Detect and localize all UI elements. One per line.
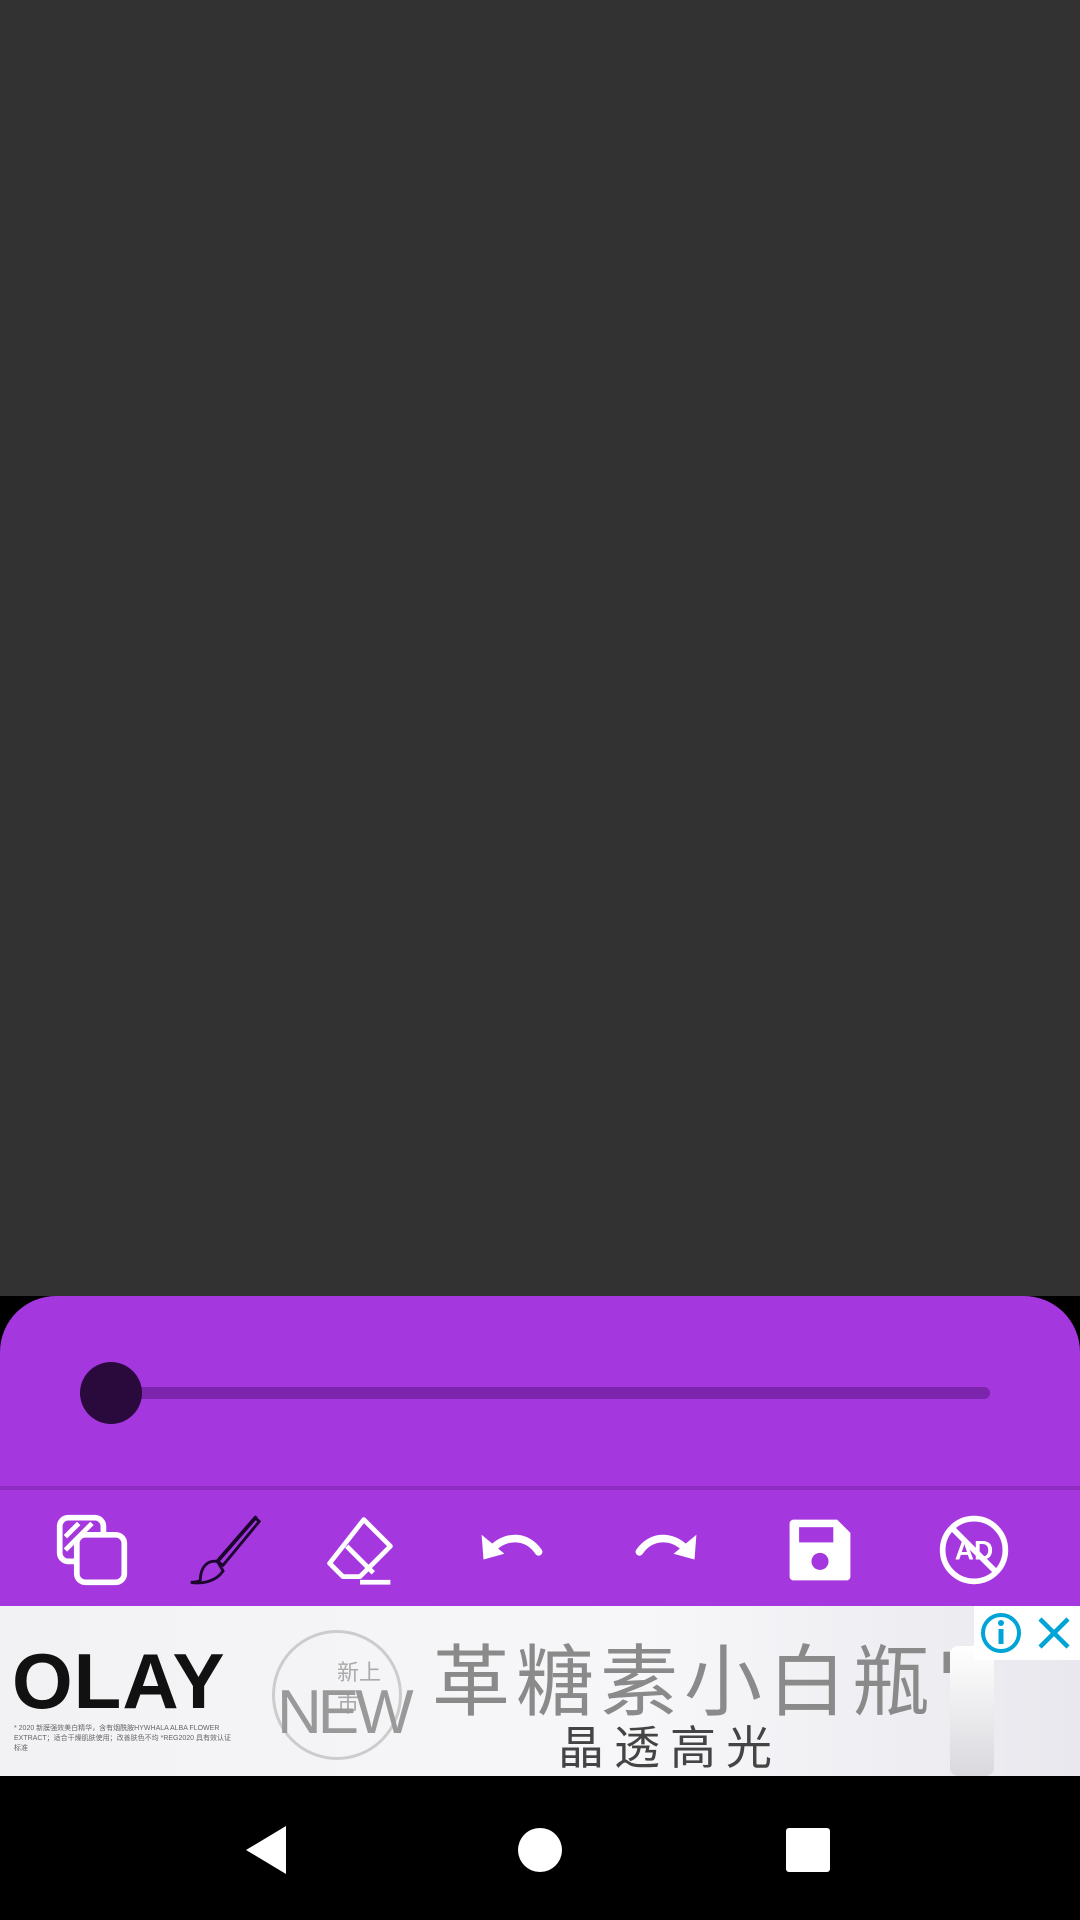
ad-banner[interactable]: OLAY * 2020 新膜强效美白精华，含有烟酰胺HYWHALA ALBA F… — [0, 1606, 1080, 1776]
ad-product-image — [950, 1646, 994, 1776]
ad-subline: 晶透高光 — [558, 1721, 782, 1775]
nav-recents-button[interactable] — [778, 1820, 838, 1880]
ad-new-badge-text: NEW — [277, 1678, 414, 1747]
redo-icon — [635, 1534, 697, 1560]
recents-square-icon — [786, 1828, 830, 1872]
info-icon[interactable] — [979, 1611, 1023, 1655]
redo-button[interactable] — [626, 1512, 706, 1588]
layers-button[interactable] — [52, 1512, 132, 1588]
home-circle-icon — [518, 1828, 562, 1872]
nav-back-button[interactable] — [238, 1820, 298, 1880]
ad-new-badge: 新上市 NEW — [272, 1630, 414, 1760]
undo-icon — [481, 1534, 543, 1560]
remove-ads-button[interactable]: AD — [934, 1512, 1014, 1588]
eraser-button[interactable] — [320, 1512, 400, 1588]
brush-icon — [190, 1515, 262, 1585]
ad-brand-logo: OLAY — [12, 1637, 226, 1725]
save-icon — [789, 1519, 851, 1581]
ad-controls — [974, 1606, 1080, 1660]
close-icon[interactable] — [1032, 1611, 1076, 1655]
save-button[interactable] — [780, 1512, 860, 1588]
back-triangle-icon — [246, 1826, 286, 1874]
no-ads-icon: AD — [939, 1515, 1009, 1585]
drawing-canvas[interactable] — [0, 0, 1080, 1296]
layers-icon — [56, 1514, 128, 1586]
brush-size-slider-thumb[interactable] — [80, 1362, 142, 1424]
brush-button[interactable] — [185, 1512, 265, 1588]
nav-home-button[interactable] — [510, 1820, 570, 1880]
undo-button[interactable] — [472, 1512, 552, 1588]
panel-divider — [0, 1486, 1080, 1490]
ad-fineprint: * 2020 新膜强效美白精华，含有烟酰胺HYWHALA ALBA FLOWER… — [14, 1725, 232, 1752]
eraser-icon — [327, 1517, 393, 1585]
brush-size-slider-track[interactable] — [110, 1387, 990, 1399]
